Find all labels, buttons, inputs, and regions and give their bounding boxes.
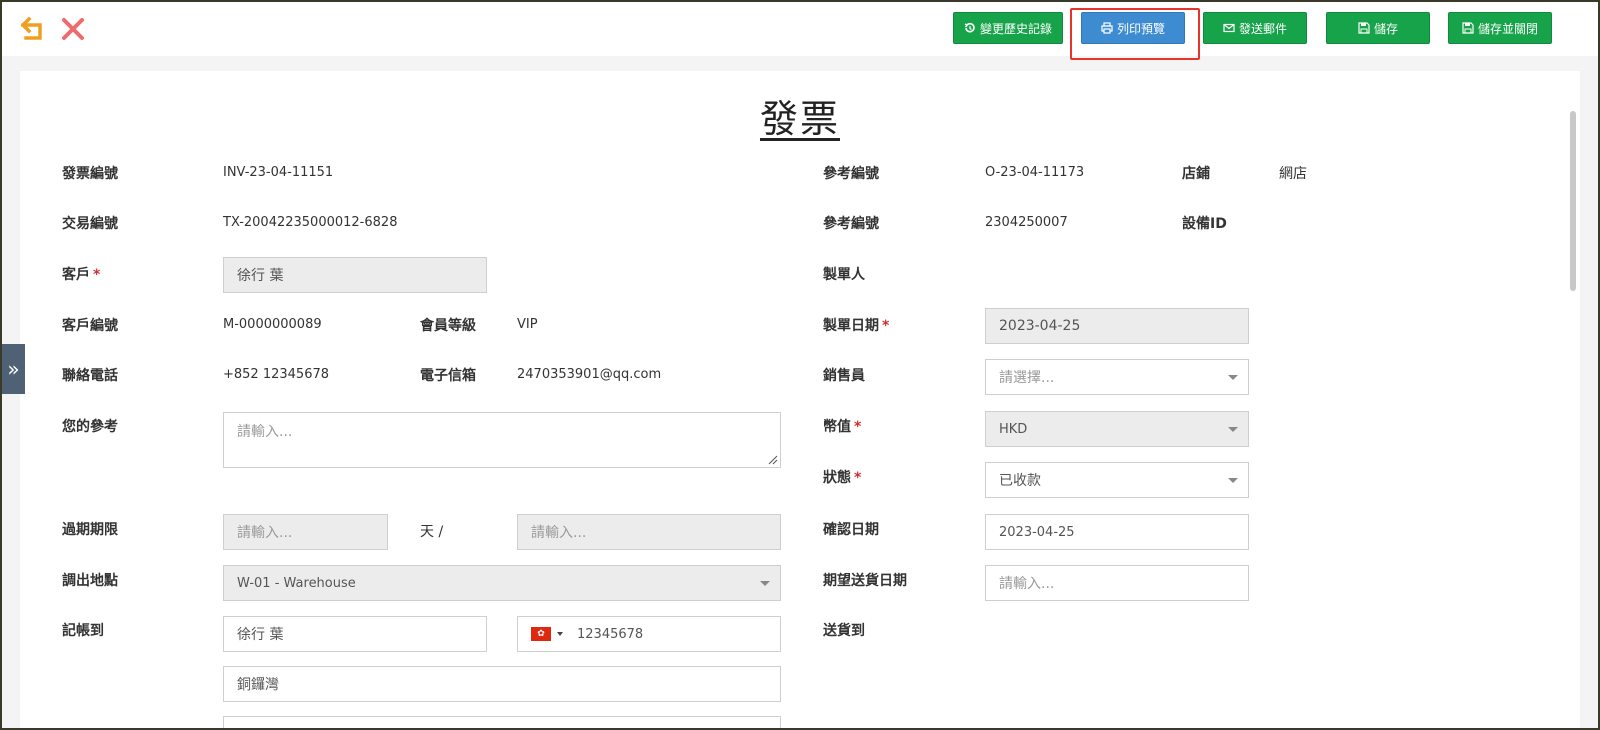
- history-label: 變更歷史記錄: [979, 21, 1052, 36]
- ref-no-2-label: 參考編號: [823, 216, 879, 232]
- ref-no-2-value: 2304250007: [985, 215, 1068, 230]
- your-ref-placeholder: 請輸入...: [237, 424, 293, 440]
- customer-value: 徐行 葉: [237, 268, 284, 284]
- shop-label: 店鋪: [1182, 166, 1210, 182]
- transaction-no-value: TX-20042235000012-6828: [223, 215, 398, 230]
- member-level-value: VIP: [517, 317, 538, 332]
- bill-to-extra-input[interactable]: [223, 716, 781, 728]
- print-preview-button[interactable]: 列印預覽: [1081, 12, 1185, 44]
- expected-delivery-input[interactable]: 請輸入...: [985, 565, 1249, 601]
- your-ref-textarea[interactable]: 請輸入...: [223, 412, 781, 468]
- warehouse-label: 調出地點: [62, 573, 118, 589]
- send-email-button[interactable]: 發送郵件: [1203, 12, 1307, 44]
- expiry-unit: 天 /: [420, 524, 444, 540]
- confirm-date-value: 2023-04-25: [999, 524, 1075, 540]
- created-date-label: 製單日期 *: [823, 318, 890, 334]
- confirm-date-input[interactable]: 2023-04-25: [985, 514, 1249, 550]
- bill-to-name-input[interactable]: 徐行 葉: [223, 616, 487, 652]
- resize-grip-icon[interactable]: [766, 453, 778, 465]
- send-email-label: 發送郵件: [1238, 21, 1287, 36]
- chevron-down-icon[interactable]: [557, 632, 563, 636]
- chevron-down-icon: [1228, 478, 1238, 483]
- save-and-close-button[interactable]: 儲存並關閉: [1448, 12, 1552, 44]
- bill-to-name-value: 徐行 葉: [237, 627, 284, 643]
- save-icon: [1462, 22, 1474, 34]
- status-value: 已收款: [999, 473, 1041, 489]
- phone-label: 聯絡電話: [62, 368, 118, 384]
- shop-value: 網店: [1279, 166, 1307, 182]
- confirm-date-label: 確認日期: [823, 522, 879, 538]
- envelope-icon: [1223, 23, 1235, 33]
- created-date-value: 2023-04-25: [999, 318, 1081, 334]
- app-window: 變更歷史記錄 列印預覽 發送郵件 儲存 儲存並關閉 » 發票 發票編號 INV-…: [0, 0, 1600, 730]
- currency-select[interactable]: HKD: [985, 411, 1249, 447]
- save-and-close-label: 儲存並關閉: [1477, 21, 1538, 36]
- expected-delivery-label: 期望送貨日期: [823, 573, 907, 589]
- salesperson-label: 銷售員: [823, 368, 865, 384]
- warehouse-select[interactable]: W-01 - Warehouse: [223, 565, 781, 601]
- printer-icon: [1101, 22, 1113, 34]
- chevron-down-icon: [1228, 427, 1238, 432]
- customer-no-value: M-0000000089: [223, 317, 322, 332]
- bill-to-address-input[interactable]: 銅鑼灣: [223, 666, 781, 702]
- page-title: 發票: [759, 97, 840, 141]
- save-icon: [1358, 22, 1370, 34]
- email-value: 2470353901@qq.com: [517, 367, 662, 382]
- status-label: 狀態 *: [823, 470, 862, 486]
- device-id-label: 設備ID: [1182, 216, 1227, 232]
- warehouse-value: W-01 - Warehouse: [237, 575, 356, 591]
- expiry-days-placeholder: 請輸入...: [237, 525, 293, 541]
- member-level-label: 會員等級: [420, 318, 476, 334]
- undo-icon[interactable]: [18, 14, 48, 44]
- expected-delivery-placeholder: 請輸入...: [999, 576, 1055, 592]
- customer-label: 客戶 *: [62, 267, 101, 283]
- salesperson-placeholder: 請選擇...: [999, 370, 1055, 386]
- currency-label: 幣值 *: [823, 419, 862, 435]
- expiry-date-input[interactable]: 請輸入...: [517, 514, 781, 550]
- save-label: 儲存: [1373, 21, 1398, 36]
- salesperson-select[interactable]: 請選擇...: [985, 359, 1249, 395]
- invoice-no-value: INV-23-04-11151: [223, 165, 334, 180]
- print-preview-label: 列印預覽: [1116, 21, 1165, 36]
- history-icon: [964, 22, 975, 33]
- phone-value: +852 12345678: [223, 367, 330, 382]
- chevron-down-icon: [1228, 375, 1238, 380]
- status-select[interactable]: 已收款: [985, 462, 1249, 498]
- created-date-field[interactable]: 2023-04-25: [985, 308, 1249, 344]
- expand-sidebar-icon[interactable]: »: [2, 344, 25, 394]
- customer-field[interactable]: 徐行 葉: [223, 257, 487, 293]
- expiry-date-placeholder: 請輸入...: [531, 525, 587, 541]
- chevron-down-icon: [760, 581, 770, 586]
- bill-to-phone-input[interactable]: ✿ 12345678: [517, 616, 781, 652]
- bill-to-address-value: 銅鑼灣: [237, 677, 279, 693]
- transaction-no-label: 交易編號: [62, 216, 118, 232]
- ref-no-1-label: 參考編號: [823, 166, 879, 182]
- top-toolbar: 變更歷史記錄 列印預覽 發送郵件 儲存 儲存並關閉: [2, 2, 1598, 60]
- invoice-no-label: 發票編號: [62, 166, 118, 182]
- expiry-label: 過期期限: [62, 522, 118, 538]
- bill-to-label: 記帳到: [62, 623, 104, 639]
- creator-label: 製單人: [823, 267, 865, 283]
- history-button[interactable]: 變更歷史記錄: [953, 12, 1063, 44]
- bill-to-phone-value: 12345678: [577, 626, 644, 642]
- expiry-days-input[interactable]: 請輸入...: [223, 514, 388, 550]
- ship-to-label: 送貨到: [823, 623, 865, 639]
- hong-kong-flag-icon[interactable]: ✿: [531, 627, 551, 641]
- close-icon[interactable]: [58, 14, 88, 44]
- email-label: 電子信箱: [420, 368, 476, 384]
- customer-no-label: 客戶編號: [62, 318, 118, 334]
- save-button[interactable]: 儲存: [1326, 12, 1430, 44]
- your-ref-label: 您的參考: [62, 419, 118, 435]
- ref-no-1-value: O-23-04-11173: [985, 165, 1085, 180]
- currency-value: HKD: [999, 421, 1028, 437]
